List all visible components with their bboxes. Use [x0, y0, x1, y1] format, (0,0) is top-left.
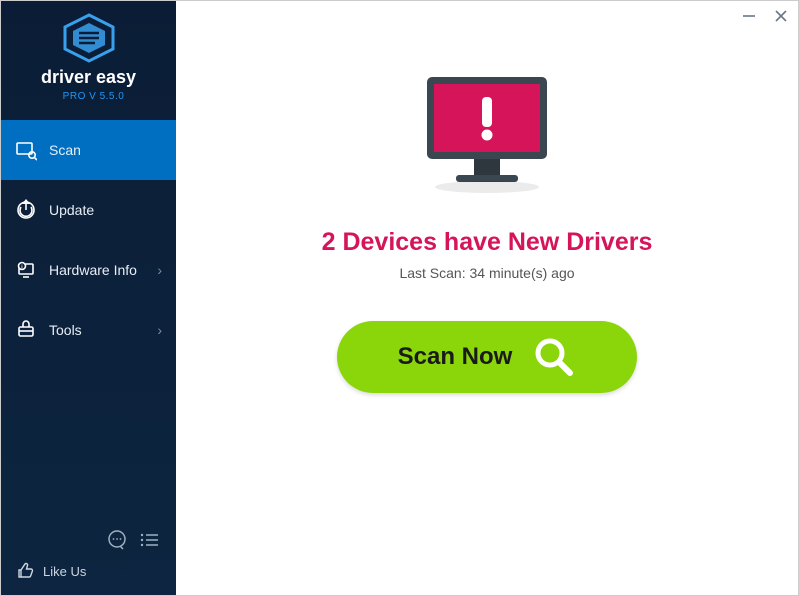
like-us-button[interactable]: Like Us	[15, 561, 162, 581]
nav-item-update[interactable]: Update	[1, 180, 176, 240]
chevron-right-icon: ›	[157, 262, 162, 278]
minimize-button[interactable]	[740, 7, 758, 25]
brand-version: PRO V 5.5.0	[1, 91, 176, 102]
like-us-label: Like Us	[43, 564, 86, 579]
tools-icon	[15, 319, 37, 341]
nav-item-scan[interactable]: Scan	[1, 120, 176, 180]
main-content: 2 Devices have New Drivers Last Scan: 34…	[176, 1, 798, 595]
app-window: driver easy PRO V 5.5.0 Scan	[0, 0, 799, 596]
search-icon	[532, 335, 576, 379]
window-controls	[740, 7, 790, 25]
nav: Scan Update	[1, 120, 176, 517]
sidebar-footer: Like Us	[1, 517, 176, 595]
brand-name: driver easy	[1, 67, 176, 88]
scan-now-button[interactable]: Scan Now	[337, 321, 637, 393]
menu-icon[interactable]	[136, 527, 162, 553]
hardware-info-icon: i	[15, 259, 37, 281]
nav-item-tools[interactable]: Tools ›	[1, 300, 176, 360]
status-headline: 2 Devices have New Drivers	[322, 228, 653, 257]
footer-icons	[15, 527, 162, 553]
thumbs-up-icon	[15, 561, 35, 581]
scan-button-label: Scan Now	[398, 343, 513, 371]
nav-label: Tools	[49, 322, 82, 338]
logo-icon	[61, 13, 117, 63]
sidebar: driver easy PRO V 5.5.0 Scan	[1, 1, 176, 595]
feedback-icon[interactable]	[104, 527, 130, 553]
nav-label: Update	[49, 202, 94, 218]
nav-label: Hardware Info	[49, 262, 137, 278]
alert-monitor-illustration	[412, 71, 562, 206]
chevron-right-icon: ›	[157, 322, 162, 338]
nav-label: Scan	[49, 142, 81, 158]
update-icon	[15, 199, 37, 221]
nav-item-hardware-info[interactable]: i Hardware Info ›	[1, 240, 176, 300]
logo-area: driver easy PRO V 5.5.0	[1, 1, 176, 120]
close-button[interactable]	[772, 7, 790, 25]
scan-icon	[15, 139, 37, 161]
last-scan-text: Last Scan: 34 minute(s) ago	[399, 265, 574, 281]
